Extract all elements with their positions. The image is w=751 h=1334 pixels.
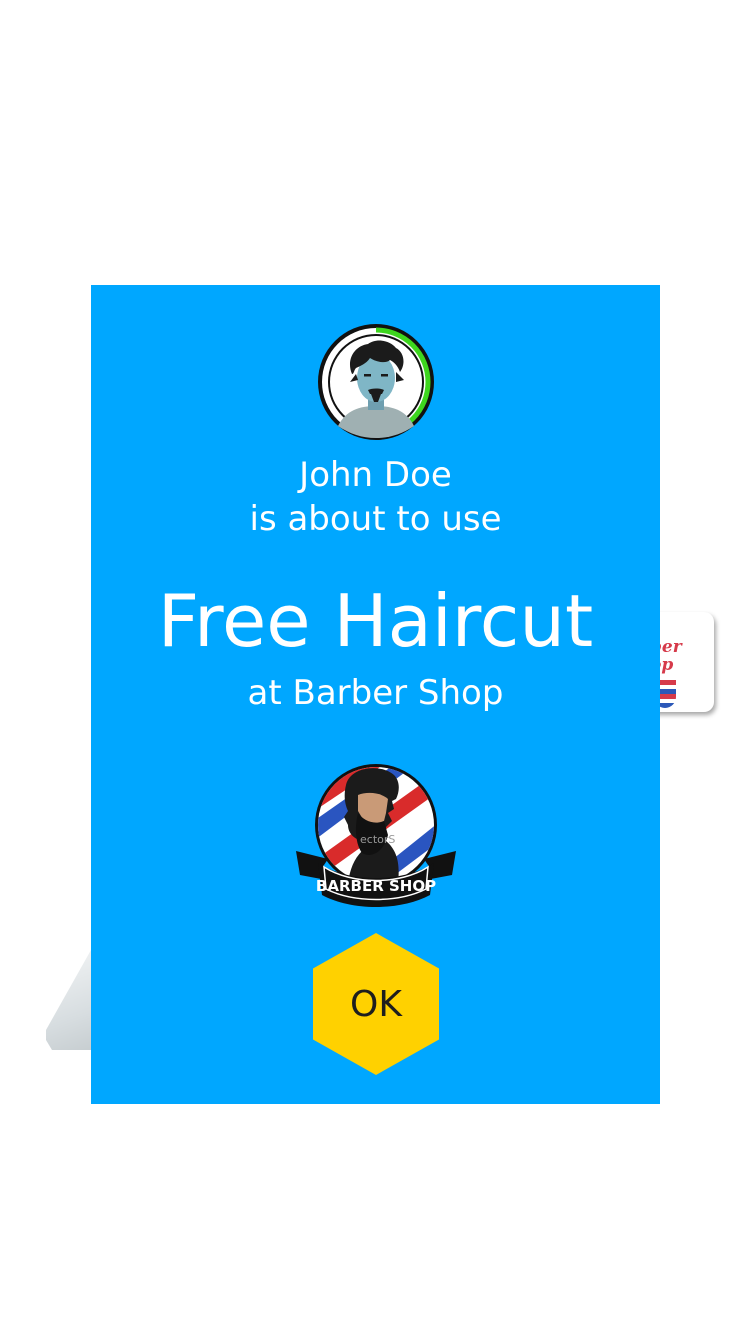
ok-button-label: OK	[350, 983, 402, 1025]
offer-title: Free Haircut	[157, 579, 594, 663]
action-text: is about to use	[249, 499, 502, 539]
user-avatar-icon	[318, 324, 434, 440]
barber-shop-logo-icon: ectorS BARBER SHOP	[296, 764, 456, 907]
venue-text: at Barber Shop	[247, 673, 504, 713]
offer-confirmation-dialog: John Doe is about to use Free Haircut at…	[91, 285, 660, 1104]
screen: ber op John Doe is about to use Free Hai…	[0, 0, 751, 1334]
logo-banner-text: BARBER SHOP	[316, 877, 436, 895]
ok-button[interactable]: OK	[313, 933, 439, 1075]
user-name: John Doe	[299, 455, 452, 495]
logo-watermark-text: ectorS	[360, 833, 395, 846]
